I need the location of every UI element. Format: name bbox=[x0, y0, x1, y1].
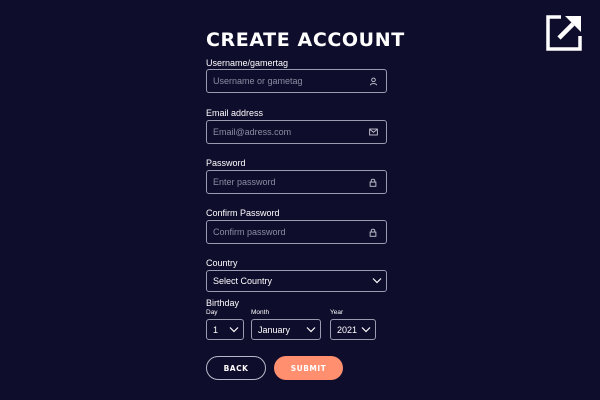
back-button[interactable]: BACK bbox=[206, 356, 266, 380]
page-title: CREATE ACCOUNT bbox=[206, 29, 405, 51]
country-label: Country bbox=[206, 258, 238, 268]
chevron-down-icon bbox=[372, 276, 382, 286]
confirm-password-field[interactable] bbox=[206, 220, 387, 244]
user-icon bbox=[366, 74, 380, 88]
birthday-label: Birthday bbox=[206, 298, 240, 308]
month-select-value: January bbox=[258, 324, 291, 335]
chevron-down-icon bbox=[361, 325, 371, 335]
confirm-password-label: Confirm Password bbox=[206, 208, 280, 218]
month-select[interactable]: January bbox=[251, 319, 321, 340]
submit-button[interactable]: SUBMIT bbox=[274, 356, 343, 380]
email-input[interactable] bbox=[207, 121, 366, 143]
password-field[interactable] bbox=[206, 170, 387, 194]
chevron-down-icon bbox=[306, 325, 316, 335]
username-label: Username/gamertag bbox=[206, 58, 289, 68]
chevron-down-icon bbox=[229, 325, 239, 335]
username-field[interactable] bbox=[206, 69, 387, 93]
confirm-password-input[interactable] bbox=[207, 221, 366, 243]
year-select[interactable]: 2021 bbox=[330, 319, 376, 340]
password-label: Password bbox=[206, 158, 246, 168]
create-account-page: CREATE ACCOUNT Username/gamertag Email a… bbox=[0, 0, 600, 400]
lock-icon bbox=[366, 175, 380, 189]
country-select-value: Select Country bbox=[213, 276, 273, 286]
lock-icon bbox=[366, 225, 380, 239]
email-field[interactable] bbox=[206, 120, 387, 144]
day-select[interactable]: 1 bbox=[206, 319, 244, 340]
email-label: Email address bbox=[206, 108, 264, 118]
username-input[interactable] bbox=[207, 70, 366, 92]
day-label: Day bbox=[206, 309, 218, 316]
country-select[interactable]: Select Country bbox=[206, 270, 387, 292]
year-label: Year bbox=[330, 309, 344, 316]
mail-icon bbox=[366, 125, 380, 139]
password-input[interactable] bbox=[207, 171, 366, 193]
month-label: Month bbox=[251, 309, 270, 316]
external-link-icon[interactable] bbox=[543, 12, 585, 54]
year-select-value: 2021 bbox=[337, 324, 358, 335]
day-select-value: 1 bbox=[213, 324, 219, 335]
